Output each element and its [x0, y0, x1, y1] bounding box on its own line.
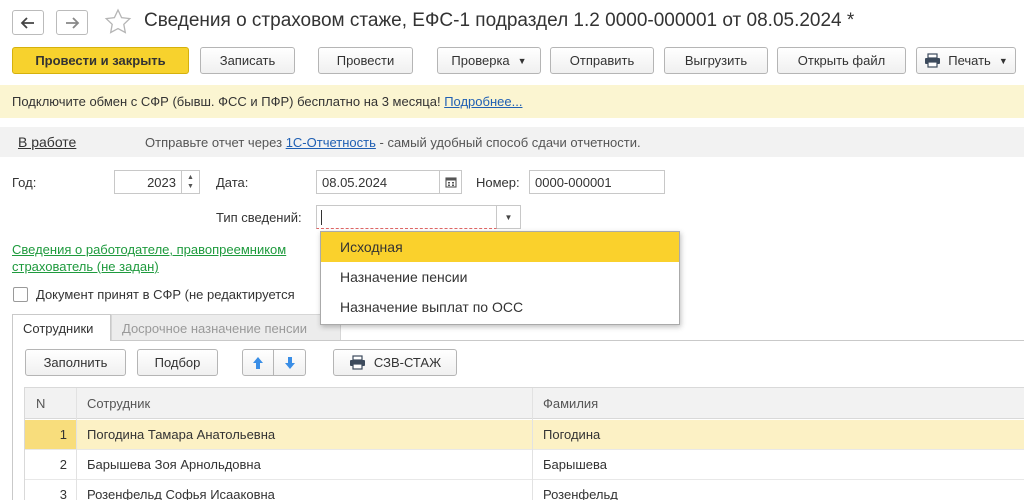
post-and-close-label: Провести и закрыть [35, 53, 166, 68]
tab-employees[interactable]: Сотрудники [12, 314, 111, 341]
pick-label: Подбор [154, 355, 201, 370]
column-header-surname[interactable]: Фамилия [543, 396, 598, 411]
document-state-link[interactable]: В работе [18, 134, 76, 150]
type-dropdown-list: Исходная Назначение пенсии Назначение вы… [320, 231, 680, 325]
status-bar: В работе Отправьте отчет через 1С-Отчетн… [0, 127, 1024, 157]
column-divider [76, 388, 77, 500]
row-number: 1 [59, 427, 67, 442]
caret-down-icon: ▼ [504, 212, 513, 222]
date-value: 08.05.2024 [322, 174, 388, 190]
dropdown-option-label: Назначение пенсии [340, 269, 468, 285]
employer-info-link[interactable]: Сведения о работодателе, правопреемником [12, 242, 286, 257]
promo-text: Подключите обмен с СФР (бывш. ФСС и ПФР)… [12, 94, 441, 109]
send-button[interactable]: Отправить [550, 47, 654, 74]
arrow-down-icon [284, 356, 295, 369]
table-header: N Сотрудник Фамилия [25, 388, 1024, 419]
table-row[interactable]: 2 Барышева Зоя Арнольдовна Барышева [25, 450, 1024, 480]
upload-button[interactable]: Выгрузить [664, 47, 768, 74]
number-label: Номер: [476, 175, 520, 190]
employee-name: Погодина Тамара Анатольевна [87, 427, 276, 442]
save-button[interactable]: Записать [200, 47, 295, 74]
post-and-close-button[interactable]: Провести и закрыть [12, 47, 189, 74]
check-label: Проверка [451, 53, 510, 68]
row-number: 3 [59, 487, 67, 500]
tab-early-pension-label: Досрочное назначение пенсии [122, 320, 307, 336]
move-up-button[interactable] [242, 349, 274, 376]
arrow-left-icon [20, 16, 34, 29]
calendar-icon [444, 177, 457, 188]
dropdown-option-label: Исходная [340, 239, 403, 255]
year-field[interactable]: 2023 [114, 170, 182, 194]
reporting-service-link[interactable]: 1С-Отчетность [286, 135, 376, 150]
employee-surname: Барышева [543, 457, 607, 472]
promo-more-link[interactable]: Подробнее... [444, 94, 522, 109]
open-file-button[interactable]: Открыть файл [777, 47, 906, 74]
dropdown-option-initial[interactable]: Исходная [321, 232, 679, 262]
pick-button[interactable]: Подбор [137, 349, 218, 376]
date-field[interactable]: 08.05.2024 [316, 170, 440, 194]
column-divider [532, 388, 533, 500]
column-header-employee[interactable]: Сотрудник [87, 396, 150, 411]
printer-icon [925, 53, 941, 68]
save-label: Записать [219, 53, 276, 68]
chevron-down-icon: ▼ [187, 183, 194, 190]
upload-label: Выгрузить [684, 53, 748, 68]
tab-early-pension[interactable]: Досрочное назначение пенсии [111, 314, 341, 341]
type-label: Тип сведений: [216, 210, 302, 225]
post-label: Провести [336, 53, 395, 68]
accepted-label: Документ принят в СФР (не редактируется [36, 287, 295, 302]
employee-surname: Погодина [543, 427, 601, 442]
employee-surname: Розенфельд [543, 487, 618, 500]
fill-button[interactable]: Заполнить [25, 349, 126, 376]
szv-print-label: СЗВ-СТАЖ [373, 355, 442, 370]
year-label: Год: [12, 175, 37, 190]
year-value: 2023 [147, 174, 176, 190]
employer-info-link-cont[interactable]: страхователь (не задан) [12, 259, 159, 274]
number-field[interactable]: 0000-000001 [529, 170, 665, 194]
tab-employees-label: Сотрудники [23, 320, 94, 336]
post-button[interactable]: Провести [318, 47, 413, 74]
printer-icon [349, 355, 365, 370]
dropdown-option-label: Назначение выплат по ОСС [340, 299, 524, 315]
status-hint-after: - самый удобный способ сдачи отчетности. [379, 135, 641, 150]
employees-table: N Сотрудник Фамилия 1 Погодина Тамара Ан… [24, 387, 1024, 500]
caret-down-icon: ▼ [998, 55, 1008, 66]
status-hint: Отправьте отчет через 1С-Отчетность - са… [145, 135, 641, 150]
calendar-button[interactable] [440, 170, 462, 194]
print-label: Печать [948, 53, 991, 68]
dropdown-option-oss[interactable]: Назначение выплат по ОСС [321, 292, 679, 322]
star-icon[interactable] [104, 8, 132, 36]
number-value: 0000-000001 [535, 174, 612, 190]
table-row[interactable]: 3 Розенфельд Софья Исааковна Розенфельд [25, 480, 1024, 500]
fill-label: Заполнить [43, 355, 108, 370]
page-title: Сведения о страховом стаже, ЕФС-1 подраз… [144, 10, 855, 31]
dropdown-option-pension[interactable]: Назначение пенсии [321, 262, 679, 292]
szv-print-button[interactable]: СЗВ-СТАЖ [333, 349, 457, 376]
text-cursor [321, 210, 322, 225]
caret-down-icon: ▼ [517, 55, 527, 66]
employee-name: Розенфельд Софья Исааковна [87, 487, 275, 500]
accepted-checkbox[interactable] [13, 287, 28, 302]
status-hint-before: Отправьте отчет через [145, 135, 283, 150]
employee-name: Барышева Зоя Арнольдовна [87, 457, 261, 472]
chevron-up-icon: ▲ [187, 174, 194, 181]
arrow-up-icon [253, 356, 263, 369]
print-button[interactable]: Печать ▼ [916, 47, 1016, 74]
forward-button[interactable] [56, 10, 88, 35]
table-row[interactable]: 1 Погодина Тамара Анатольевна Погодина [25, 420, 1024, 450]
back-button[interactable] [12, 10, 44, 35]
move-down-button[interactable] [274, 349, 306, 376]
year-stepper[interactable]: ▲ ▼ [182, 170, 200, 194]
arrow-right-icon [66, 16, 80, 29]
row-number: 2 [59, 457, 67, 472]
check-button[interactable]: Проверка ▼ [437, 47, 541, 74]
type-dropdown-button[interactable]: ▼ [497, 205, 521, 229]
promo-banner: Подключите обмен с СФР (бывш. ФСС и ПФР)… [0, 85, 1024, 118]
date-label: Дата: [216, 175, 249, 190]
send-label: Отправить [569, 53, 635, 68]
column-header-n[interactable]: N [36, 396, 45, 411]
type-field[interactable] [316, 205, 497, 229]
open-file-label: Открыть файл [797, 53, 886, 68]
